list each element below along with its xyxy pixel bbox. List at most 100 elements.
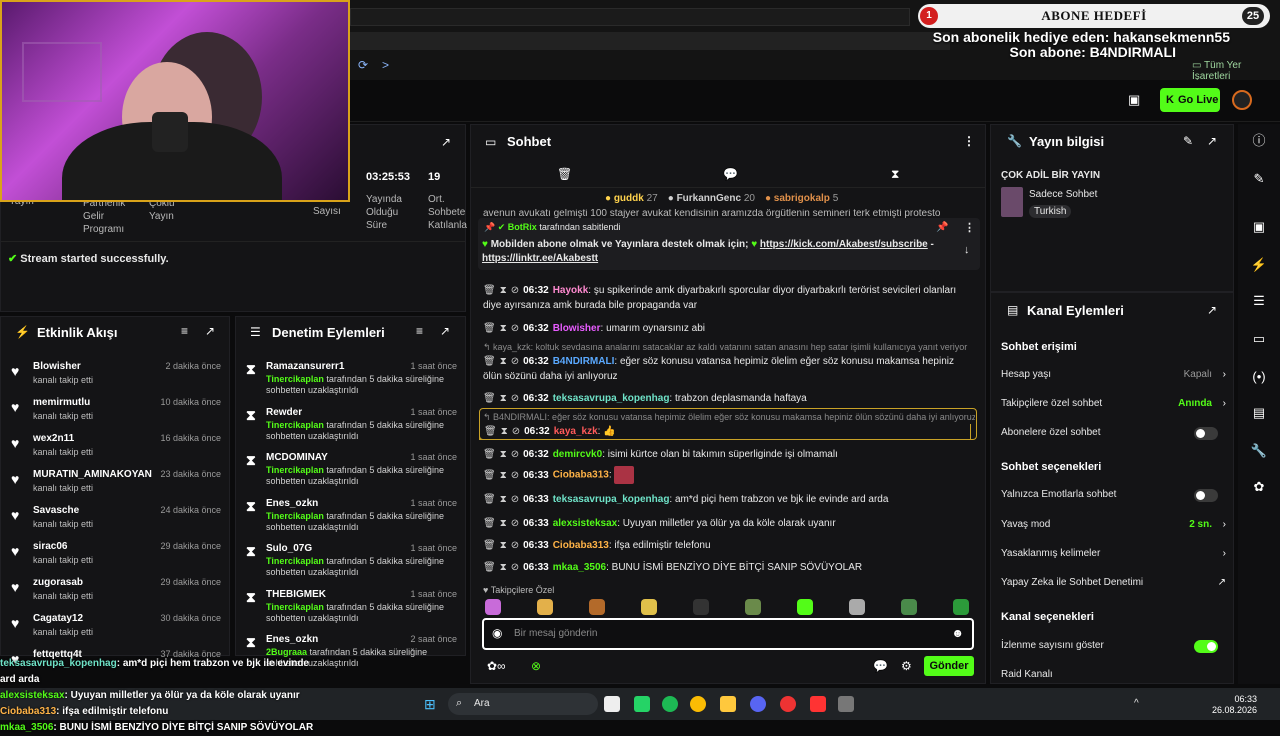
subs-chat-toggle[interactable]	[1194, 427, 1218, 440]
message-user[interactable]: Ciobaba313	[553, 540, 609, 551]
delete-icon[interactable]: 🗑	[483, 494, 496, 505]
moderated-user[interactable]: Enes_ozkn	[266, 634, 318, 645]
banned-words-row[interactable]: Yasaklanmış kelimeler ›	[1001, 545, 1226, 563]
trash-icon[interactable]: 🗑	[557, 167, 572, 181]
ban-icon[interactable]: ⊘	[511, 562, 519, 573]
moderated-user[interactable]: Enes_ozkn	[266, 498, 318, 509]
chat-message[interactable]: 🗑 ⧗ ⊘ 06:33 teksasavrupa_kopenhag: am*d piçi…	[483, 492, 975, 507]
chat-input[interactable]: ◉ Bir mesaj gönderin ☻	[482, 618, 974, 650]
delete-icon[interactable]: 🗑	[483, 540, 496, 551]
emote-button[interactable]	[693, 599, 709, 615]
ban-icon[interactable]: ⊘	[511, 285, 519, 296]
taskbar-search[interactable]: ⌕ Ara	[448, 693, 598, 715]
message-user[interactable]: teksasavrupa_kopenhag	[553, 393, 670, 404]
leader-entry[interactable]: ● FurkannGenc 20	[668, 193, 755, 204]
chat-message[interactable]: 🗑 ⧗ ⊘ 06:32 Blowisher: umarım oynarsınız abi	[483, 321, 975, 336]
popout-icon[interactable]: ↗	[441, 135, 451, 149]
moderated-user[interactable]: Sulo_07G	[266, 543, 312, 554]
chat-message[interactable]: 🗑 ⧗ ⊘ 06:32 teksasavrupa_kopenhag: trabzon d…	[483, 391, 975, 406]
pencil-icon[interactable]: ✎	[1248, 168, 1270, 190]
file-explorer-icon[interactable]	[720, 696, 736, 712]
ban-icon[interactable]: ⊘	[511, 470, 519, 481]
activity-user[interactable]: Savasche	[33, 505, 79, 516]
message-user[interactable]: teksasavrupa_kopenhag	[553, 494, 670, 505]
delete-icon[interactable]: 🗑	[484, 426, 497, 437]
spotify-icon[interactable]	[662, 696, 678, 712]
activity-user[interactable]: sirac06	[33, 541, 67, 552]
emote-button[interactable]	[953, 599, 969, 615]
ban-icon[interactable]: ⊘	[511, 356, 519, 367]
edit-icon[interactable]: ✎	[1183, 134, 1193, 148]
leader-entry[interactable]: ● sabrigokalp 5	[765, 193, 838, 204]
ban-icon[interactable]: ⊘	[512, 426, 520, 437]
ban-icon[interactable]: ⊘	[511, 518, 519, 529]
chat-message[interactable]: 🗑 ⧗ ⊘ 06:32 kaya_kzk: 👍	[479, 424, 971, 440]
chat-message[interactable]: 🗑 ⧗ ⊘ 06:33 mkaa_3506: BUNU İSMİ BENZİYO DİY…	[483, 560, 975, 575]
timeout-icon[interactable]: ⧗	[500, 285, 507, 296]
popout-icon[interactable]: ↗	[1207, 303, 1217, 317]
message-user[interactable]: kaya_kzk	[554, 426, 598, 437]
taskbar-clock[interactable]: 06:33 26.08.2026	[1212, 694, 1257, 716]
chat-message[interactable]: 🗑 ⧗ ⊘ 06:32 B4NDIRMALI: eğer söz konusu vata…	[483, 354, 975, 384]
forward-icon[interactable]: >	[382, 58, 389, 72]
timeout-icon[interactable]: ⧗	[501, 426, 508, 437]
moderator-name[interactable]: Tinercikaplan	[266, 465, 324, 475]
server-icon[interactable]: ▤	[1248, 402, 1270, 424]
go-live-button[interactable]: K Go Live	[1160, 88, 1220, 112]
delete-icon[interactable]: 🗑	[483, 449, 496, 460]
message-user[interactable]: Blowisher	[553, 323, 601, 334]
moderator-name[interactable]: Tinercikaplan	[266, 420, 324, 430]
browser-address-bar[interactable]	[350, 32, 950, 50]
ban-icon[interactable]: ⊘	[511, 323, 519, 334]
reply-context[interactable]: ↰ kaya_kzk: koltuk sevdasına analarını s…	[483, 342, 975, 353]
show-viewers-toggle[interactable]	[1194, 640, 1218, 653]
message-user[interactable]: alexsisteksax	[553, 518, 618, 529]
smiley-icon[interactable]: ☻	[951, 626, 964, 640]
obs-icon[interactable]	[780, 696, 796, 712]
raid-row[interactable]: Raid Kanalı	[1001, 666, 1226, 684]
message-user[interactable]: Hayokk	[553, 285, 589, 296]
discord-icon[interactable]	[750, 696, 766, 712]
ban-icon[interactable]: ⊘	[511, 449, 519, 460]
settings-icon[interactable]: ⚙	[901, 659, 912, 673]
emote-button[interactable]	[537, 599, 553, 615]
popout-icon[interactable]: ↗	[1207, 134, 1217, 148]
delete-icon[interactable]: 🗑	[483, 518, 496, 529]
delete-icon[interactable]: 🗑	[483, 356, 496, 367]
moderator-name[interactable]: Tinercikaplan	[266, 511, 324, 521]
whatsapp-icon[interactable]	[634, 696, 650, 712]
followers-chat-row[interactable]: Takipçilere özel sohbet Anında ›	[1001, 395, 1226, 413]
kick-badge-icon[interactable]: ⊗	[531, 659, 541, 673]
moderator-name[interactable]: Tinercikaplan	[266, 556, 324, 566]
delete-icon[interactable]: 🗑	[483, 562, 496, 573]
broadcast-icon[interactable]: (•)	[1248, 366, 1270, 388]
chrome-icon[interactable]	[690, 696, 706, 712]
popout-icon[interactable]: ↗	[205, 324, 215, 338]
app-icon[interactable]	[810, 696, 826, 712]
delete-icon[interactable]: 🗑	[483, 323, 496, 334]
chevron-down-icon[interactable]: ↓	[964, 244, 970, 256]
emote-button[interactable]	[901, 599, 917, 615]
timeout-icon[interactable]: ⧗	[500, 470, 507, 481]
delete-icon[interactable]: 🗑	[483, 285, 496, 296]
emote-button[interactable]	[641, 599, 657, 615]
camera-icon[interactable]: ▣	[1128, 92, 1140, 108]
message-user[interactable]: demircvk0	[553, 449, 602, 460]
more-icon[interactable]: ⋮	[964, 221, 975, 234]
emote-only-toggle[interactable]	[1194, 489, 1218, 502]
hourglass-icon[interactable]: ⧗	[891, 167, 899, 182]
chat-bubble-icon[interactable]: 💬	[723, 167, 738, 181]
ban-icon[interactable]: ⊘	[511, 494, 519, 505]
timeout-icon[interactable]: ⧗	[500, 562, 507, 573]
activity-user[interactable]: zugorasab	[33, 577, 83, 588]
chat-rules-icon[interactable]: 💬	[873, 659, 888, 673]
emote-button[interactable]	[849, 599, 865, 615]
chat-icon[interactable]: ▭	[1248, 328, 1270, 350]
avatar[interactable]	[1232, 90, 1252, 110]
activity-user[interactable]: Blowisher	[33, 361, 81, 372]
chat-message[interactable]: 🗑 ⧗ ⊘ 06:32 demircvk0: isimi kürtce olan bi …	[483, 447, 975, 462]
moderated-user[interactable]: Ramazansurerr1	[266, 361, 344, 372]
apps-icon[interactable]: ✿	[1248, 476, 1270, 498]
activity-user[interactable]: Cagatay12	[33, 613, 83, 624]
unpin-icon[interactable]: 📌	[936, 222, 948, 233]
